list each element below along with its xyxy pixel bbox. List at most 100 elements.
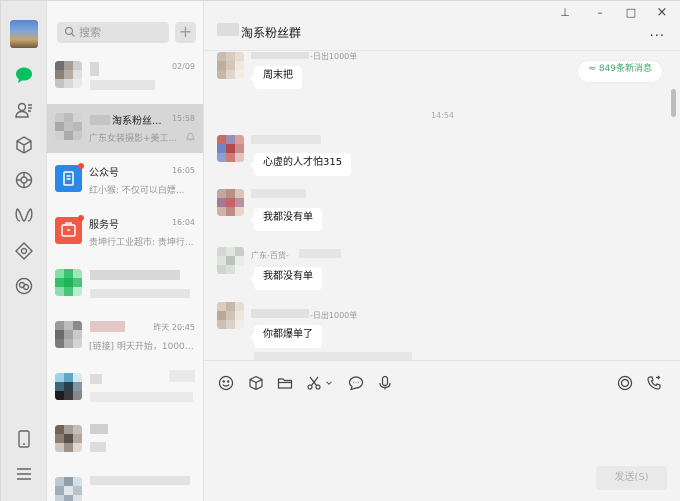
name-redacted <box>90 374 102 384</box>
conversation-item[interactable] <box>47 468 203 501</box>
add-button[interactable]: + <box>175 22 196 43</box>
search-input[interactable] <box>79 22 167 43</box>
conversation-item-service-accounts[interactable]: 服务号 16:04 贵坤行工业超市: 贵坤行... <box>47 208 203 261</box>
search-box[interactable] <box>57 22 169 43</box>
service-accounts-icon <box>55 217 82 244</box>
preview-redacted <box>90 289 190 298</box>
call-icon[interactable] <box>645 374 663 392</box>
message-bubble[interactable]: 我都没有单 <box>250 208 322 231</box>
message-bubble[interactable]: 你都爆单了 <box>250 325 322 348</box>
conversation-time: 02/09 <box>171 62 195 71</box>
new-messages-badge[interactable]: ≈ 849条新消息 <box>578 61 662 82</box>
conversation-name: 服务号 <box>89 220 119 231</box>
sender-avatar[interactable] <box>217 52 244 79</box>
conversation-time: 15:58 <box>171 114 195 123</box>
folder-icon[interactable] <box>276 374 294 392</box>
screenshot-icon[interactable] <box>305 374 323 392</box>
message-bubble[interactable]: 周末把 <box>250 66 302 89</box>
message-bubble[interactable]: 我都没有单 <box>250 267 322 290</box>
avatar <box>55 321 82 348</box>
name-redacted <box>90 424 108 434</box>
conversation-item[interactable] <box>47 416 203 469</box>
close-button[interactable]: × <box>655 6 669 20</box>
menu-icon[interactable] <box>14 464 34 484</box>
more-options-icon[interactable]: ··· <box>650 29 665 44</box>
navigation-rail <box>1 1 47 501</box>
user-avatar[interactable] <box>10 20 38 48</box>
chat-title: 淘系粉丝群 <box>241 26 302 40</box>
sender-name-redacted <box>251 189 306 198</box>
send-button[interactable]: 发送(S) <box>596 466 667 490</box>
conversation-name: 公众号 <box>89 168 119 179</box>
scrollbar-thumb[interactable] <box>671 89 676 117</box>
conversation-item[interactable] <box>47 364 203 417</box>
sender-avatar[interactable] <box>217 135 244 162</box>
search-icon <box>64 26 75 37</box>
phone-icon[interactable] <box>14 429 34 449</box>
official-accounts-icon <box>55 165 82 192</box>
emoji-icon[interactable] <box>217 374 235 392</box>
conversation-preview: 红小猴: 不仅可以白嫖... <box>89 186 185 196</box>
mini-programs-icon[interactable] <box>14 205 34 225</box>
preview-redacted <box>90 442 106 452</box>
partial-message-redacted <box>254 352 412 360</box>
name-redacted <box>90 270 180 280</box>
favorites-icon[interactable] <box>14 135 34 155</box>
voice-icon[interactable] <box>376 374 394 392</box>
message-list: -日出1000单 周末把 14:54 心虚的人才怕315 我都没有单 广东-百货… <box>204 52 680 360</box>
moments-icon[interactable] <box>14 170 34 190</box>
maximize-button[interactable]: □ <box>624 6 638 20</box>
minimize-button[interactable]: – <box>593 6 607 20</box>
search-cloud-icon[interactable] <box>14 276 34 296</box>
sender-avatar[interactable] <box>217 302 244 329</box>
chat-history-icon[interactable] <box>347 374 365 392</box>
sender-avatar[interactable] <box>217 189 244 216</box>
conversation-item[interactable]: 昨天 20:45 [链接] 明天开始，10000... <box>47 312 203 365</box>
chat-icon[interactable] <box>14 65 34 85</box>
chat-header: 淘系粉丝群 ⊥ – □ × ··· <box>204 1 680 51</box>
contacts-icon[interactable] <box>14 100 34 120</box>
preview-redacted <box>90 80 155 90</box>
preview-redacted <box>90 392 193 402</box>
avatar <box>55 477 82 501</box>
conversation-item[interactable]: 02/09 <box>47 52 203 105</box>
sender-name: -日出1000单 <box>310 52 358 61</box>
preview-redacted <box>90 476 190 485</box>
sender-name-redacted <box>251 135 321 144</box>
chevron-up-icon: ≈ <box>588 64 599 74</box>
live-icon[interactable] <box>616 374 634 392</box>
title-redacted <box>217 23 239 36</box>
avatar <box>55 269 82 296</box>
conversation-preview: 贵坤行工业超市: 贵坤行... <box>89 238 194 248</box>
conversation-preview: 广东女装摄影+美工... <box>89 134 178 144</box>
input-toolbar <box>204 360 680 400</box>
mute-bell-icon <box>186 132 195 141</box>
avatar <box>55 61 82 88</box>
pin-icon[interactable]: ⊥ <box>558 6 572 20</box>
sender-name: -日出1000单 <box>310 311 358 320</box>
avatar <box>55 373 82 400</box>
conversation-name: 淘系粉丝... <box>112 116 162 127</box>
unread-dot <box>78 163 84 169</box>
time-redacted <box>169 370 195 382</box>
conversation-time: 16:05 <box>171 166 195 175</box>
chat-panel: 淘系粉丝群 ⊥ – □ × ··· -日出1000单 周末把 14:54 心虚的… <box>204 1 680 501</box>
conversation-list: + 02/09 淘系粉丝... 15:58 广东女装摄影+美工... <box>47 1 204 501</box>
conversation-time: 昨天 20:45 <box>153 323 195 332</box>
conversation-item-active[interactable]: 淘系粉丝... 15:58 广东女装摄影+美工... <box>47 104 203 153</box>
unread-dot <box>78 215 84 221</box>
avatar <box>55 425 82 452</box>
conversation-item[interactable] <box>47 260 203 313</box>
sender-name: 广东-百货- <box>251 251 289 260</box>
name-redacted <box>90 321 125 332</box>
chevron-down-icon[interactable] <box>324 374 334 392</box>
message-bubble[interactable]: 心虚的人才怕315 <box>249 153 352 176</box>
conversation-time: 16:04 <box>171 218 195 227</box>
message-timestamp: 14:54 <box>430 111 455 120</box>
sender-name-redacted <box>299 249 341 258</box>
conversation-item-official-accounts[interactable]: 公众号 16:05 红小猴: 不仅可以白嫖... <box>47 156 203 209</box>
sender-avatar[interactable] <box>217 247 244 274</box>
channels-icon[interactable] <box>14 241 34 261</box>
name-redacted <box>90 62 99 76</box>
favorites-icon[interactable] <box>247 374 265 392</box>
